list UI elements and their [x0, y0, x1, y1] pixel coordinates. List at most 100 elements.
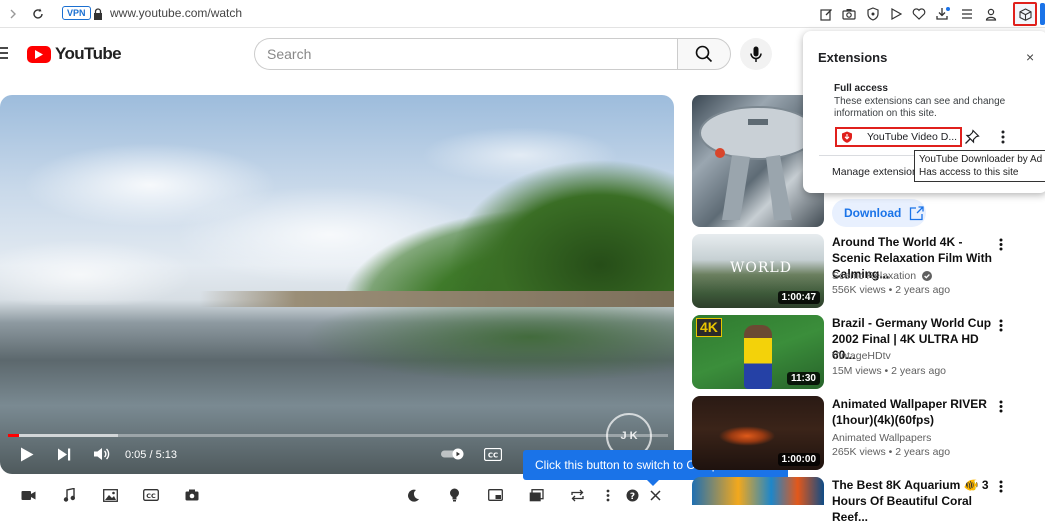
tooltip-line-1: YouTube Downloader by Ad [919, 154, 1043, 165]
svg-text:CC: CC [488, 451, 498, 459]
video-frame-beach [200, 291, 674, 307]
youtube-play-icon [27, 45, 51, 63]
channel-name: Scenic Relaxation [832, 270, 917, 282]
svg-text:CC: CC [146, 492, 156, 500]
thumbnail-4k-badge: 4K [696, 318, 722, 337]
play-button[interactable] [19, 446, 35, 462]
recommended-thumbnail[interactable]: WORLD 1:00:47 [692, 234, 824, 308]
svg-text:?: ? [629, 492, 634, 502]
pin-icon[interactable] [964, 129, 980, 145]
autoplay-toggle[interactable] [440, 446, 466, 462]
tooltip-line-2: Has access to this site [919, 167, 1019, 178]
cc-icon: CC [484, 447, 502, 461]
video-duration: 11:30 [786, 372, 820, 385]
picture-in-picture-icon[interactable] [487, 487, 503, 503]
video-duration: 1:00:00 [777, 453, 820, 466]
music-note-icon[interactable] [61, 487, 77, 503]
hamburger-menu-icon[interactable] [0, 45, 10, 61]
manage-extensions-link[interactable]: Manage extensions [832, 166, 923, 178]
extension-more-icon[interactable] [1001, 130, 1011, 146]
subtitles-button[interactable]: CC [484, 446, 502, 462]
video-frame-forest-hill [380, 115, 674, 305]
extensions-popup-title: Extensions [818, 50, 888, 65]
recommended-thumbnail[interactable]: 4K 11:30 [692, 315, 824, 389]
recommended-meta: 556K views • 2 years ago [832, 284, 951, 296]
recommended-more-icon[interactable] [996, 479, 1006, 493]
extension-shield-icon [842, 131, 852, 143]
video-camera-icon[interactable] [20, 487, 36, 503]
play-icon [21, 447, 34, 461]
more-options-icon[interactable] [600, 487, 616, 503]
recommended-title[interactable]: Animated Wallpaper RIVER (1hour)(4k)(60f… [832, 396, 992, 428]
playback-time: 0:05 / 5:13 [125, 449, 177, 461]
extension-item-youtube-downloader[interactable]: YouTube Video D... [835, 127, 962, 147]
subtitles-download-icon[interactable]: CC [143, 487, 159, 503]
thumbnail-text: WORLD [730, 260, 792, 276]
profile-icon[interactable] [982, 5, 1000, 23]
play-outline-icon[interactable] [887, 5, 905, 23]
video-duration: 1:00:47 [777, 291, 820, 304]
view-count: 265K views [832, 446, 886, 458]
recommended-title[interactable]: The Best 8K Aquarium 🐠 3 Hours Of Beauti… [832, 477, 992, 525]
download-button[interactable]: Download [832, 199, 926, 227]
recommended-meta: 265K views • 2 years ago [832, 446, 951, 458]
external-link-icon [910, 205, 924, 220]
sidebar-toggle[interactable] [1040, 3, 1045, 25]
lightbulb-icon[interactable] [446, 487, 462, 503]
search-input[interactable]: Search [254, 38, 678, 70]
extension-item-name: YouTube Video D... [867, 131, 958, 143]
menu-list-icon[interactable] [958, 5, 976, 23]
download-button-label: Download [844, 206, 902, 220]
recommended-channel[interactable]: VintageHDtv [832, 350, 891, 362]
image-gallery-icon[interactable] [102, 487, 118, 503]
download-icon[interactable] [934, 5, 952, 23]
dark-mode-moon-icon[interactable] [405, 487, 421, 503]
upload-age: 2 years ago [895, 284, 951, 296]
help-icon[interactable]: ? [624, 487, 640, 503]
close-toolbar-icon[interactable] [647, 487, 663, 503]
vpn-badge[interactable]: VPN [62, 6, 91, 20]
reload-icon[interactable] [29, 5, 47, 23]
recommended-channel[interactable]: Animated Wallpapers [832, 432, 931, 444]
browser-toolbar: VPN www.youtube.com/watch [0, 0, 1045, 28]
upload-age: 2 years ago [891, 365, 946, 377]
full-access-heading: Full access [834, 83, 888, 94]
youtube-wordmark: YouTube [55, 44, 122, 63]
loop-icon[interactable] [569, 487, 585, 503]
extensions-button[interactable] [1013, 2, 1037, 26]
extension-tooltip: YouTube Downloader by Ad Has access to t… [914, 150, 1045, 182]
puzzle-cube-icon [1018, 7, 1032, 21]
progress-buffered [8, 434, 118, 437]
lock-icon[interactable] [89, 5, 107, 23]
recommended-channel[interactable]: Scenic Relaxation [832, 270, 932, 282]
recommended-thumbnail[interactable] [692, 477, 824, 505]
screenshot-camera-icon[interactable] [184, 487, 200, 503]
edit-icon[interactable] [817, 5, 835, 23]
microphone-icon [750, 46, 762, 62]
heart-icon[interactable] [910, 5, 928, 23]
recommended-more-icon[interactable] [996, 399, 1006, 413]
recommended-meta: 15M views • 2 years ago [832, 365, 946, 377]
verified-icon [921, 271, 932, 281]
shield-icon[interactable] [864, 5, 882, 23]
volume-icon [93, 448, 109, 460]
progress-played [8, 434, 19, 437]
volume-button[interactable] [92, 446, 110, 462]
full-access-description: These extensions can see and change info… [834, 96, 1006, 119]
camera-icon[interactable] [840, 5, 858, 23]
forward-icon[interactable] [4, 5, 22, 23]
voice-search-button[interactable] [740, 38, 772, 70]
view-count: 556K views [832, 284, 886, 296]
address-bar-url[interactable]: www.youtube.com/watch [110, 6, 242, 20]
recommended-more-icon[interactable] [996, 237, 1006, 251]
extensions-popup-close-button[interactable]: × [1026, 49, 1034, 65]
view-count: 15M views [832, 365, 882, 377]
compact-mode-icon[interactable] [528, 487, 544, 503]
next-button[interactable] [56, 446, 72, 462]
youtube-logo[interactable]: YouTube [27, 44, 122, 64]
video-player[interactable]: J K 0:05 / 5:13 CC [0, 95, 674, 474]
search-icon [695, 45, 713, 63]
recommended-thumbnail[interactable]: 1:00:00 [692, 396, 824, 470]
recommended-more-icon[interactable] [996, 318, 1006, 332]
search-button[interactable] [677, 38, 731, 70]
